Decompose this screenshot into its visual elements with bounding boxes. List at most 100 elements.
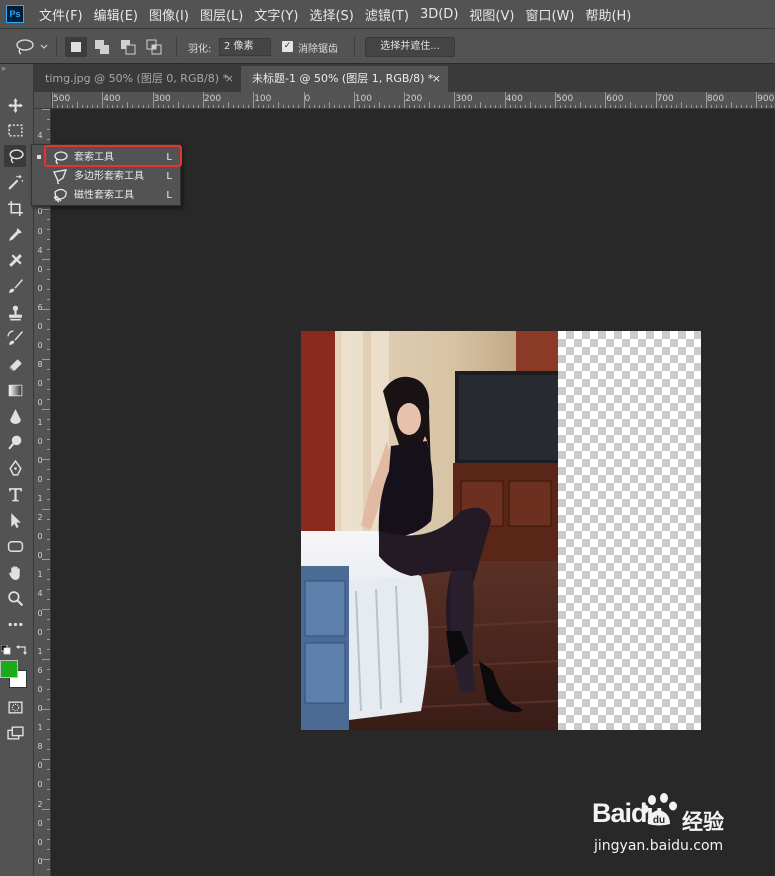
menu-help[interactable]: 帮助(H) (580, 5, 637, 24)
eraser-tool[interactable] (4, 353, 26, 375)
ruler-tick (454, 92, 456, 108)
crop-tool[interactable] (4, 197, 26, 219)
ruler-tick (152, 92, 154, 108)
ruler-minor-tick (107, 105, 109, 108)
close-icon[interactable]: × (225, 66, 234, 92)
ruler-minor-tick (283, 105, 285, 108)
ruler-tick-label: 6 (37, 665, 43, 675)
close-icon[interactable]: × (432, 66, 441, 92)
menu-image[interactable]: 图像(I) (144, 5, 195, 24)
ruler-minor-tick (363, 105, 365, 108)
default-colors-icon[interactable] (0, 644, 11, 655)
ruler-minor-tick (117, 105, 119, 108)
ruler-minor-tick (484, 105, 486, 108)
ruler-tick-label: 200 (203, 94, 222, 104)
ruler-tick-label: 0 (37, 455, 43, 465)
ruler-minor-tick (514, 105, 516, 108)
ruler-minor-tick (47, 669, 50, 670)
flyout-item-magnetic-lasso[interactable]: 磁性套索工具 L (46, 186, 180, 205)
menu-window[interactable]: 窗口(W) (520, 5, 580, 24)
ruler-minor-tick (670, 105, 672, 108)
path-selection-tool[interactable] (4, 509, 26, 531)
menu-filter[interactable]: 滤镜(T) (360, 5, 415, 24)
select-and-mask-button[interactable]: 选择并遮住... (365, 37, 455, 57)
hand-tool[interactable] (4, 561, 26, 583)
ruler-minor-tick (524, 105, 526, 108)
intersect-selection-button[interactable] (143, 37, 165, 57)
flyout-item-polygonal-lasso[interactable]: 多边形套索工具 L (46, 167, 180, 186)
ruler-minor-tick (389, 105, 390, 108)
svg-text:du: du (653, 815, 665, 826)
swap-colors-icon[interactable] (16, 644, 28, 656)
ruler-minor-tick (47, 449, 50, 450)
ruler-minor-tick (47, 829, 50, 830)
blur-tool[interactable] (4, 405, 26, 427)
clone-stamp-tool[interactable] (4, 301, 26, 323)
add-to-selection-button[interactable] (91, 37, 113, 57)
new-selection-button[interactable] (65, 37, 87, 57)
document-canvas[interactable] (301, 331, 701, 730)
menu-view[interactable]: 视图(V) (464, 5, 520, 24)
menu-edit[interactable]: 编辑(E) (89, 5, 144, 24)
ruler-origin[interactable] (34, 92, 52, 109)
type-tool[interactable] (4, 483, 26, 505)
marquee-tool[interactable] (4, 119, 26, 141)
tab-label: timg.jpg @ 50% (图层 0, RGB/8) * (45, 72, 229, 85)
antialias-checkbox[interactable]: ✓ (282, 41, 293, 52)
ruler-tick-label: 300 (455, 94, 473, 104)
ruler-minor-tick (243, 105, 245, 108)
feather-input[interactable]: 2 像素 (219, 38, 271, 56)
ruler-minor-tick (47, 579, 50, 580)
flyout-item-label: 磁性套索工具 (74, 190, 134, 201)
brush-tool[interactable] (4, 275, 26, 297)
more-tools-button[interactable] (4, 613, 26, 635)
ruler-tick-label: 0 (37, 684, 43, 694)
ruler-minor-tick (736, 105, 738, 108)
quick-mask-button[interactable] (4, 696, 26, 718)
menu-type[interactable]: 文字(Y) (249, 5, 304, 24)
menu-layer[interactable]: 图层(L) (195, 5, 249, 24)
collapse-arrows-icon[interactable]: » (0, 64, 34, 74)
pen-tool[interactable] (4, 457, 26, 479)
ruler-minor-tick (47, 379, 50, 380)
tab-timg[interactable]: timg.jpg @ 50% (图层 0, RGB/8) * × (34, 66, 241, 92)
flyout-item-lasso[interactable]: 套索工具 L (46, 148, 180, 167)
menu-select[interactable]: 选择(S) (304, 5, 359, 24)
polygonal-lasso-icon (53, 169, 68, 184)
ruler-minor-tick (42, 409, 50, 410)
ruler-minor-tick (700, 105, 702, 108)
history-brush-tool[interactable] (4, 327, 26, 349)
ruler-minor-tick (630, 102, 632, 108)
magic-wand-tool[interactable] (4, 171, 26, 193)
ruler-minor-tick (625, 105, 627, 108)
photo-image (301, 331, 558, 730)
ruler-minor-tick (499, 105, 501, 108)
ruler-minor-tick (534, 105, 536, 108)
move-tool[interactable] (4, 94, 26, 116)
menu-3d[interactable]: 3D(D) (415, 7, 464, 22)
ruler-minor-tick (741, 105, 743, 108)
eyedropper-tool[interactable] (4, 223, 26, 245)
horizontal-ruler[interactable]: 500 400 300 200 100 0 100 200 300 400 500 600 700 800… (52, 92, 775, 109)
lasso-tool[interactable] (4, 145, 26, 167)
gradient-tool[interactable] (4, 379, 26, 401)
ruler-minor-tick (72, 105, 74, 108)
tool-preset-picker[interactable] (12, 38, 50, 56)
options-bar: 羽化: 2 像素 ✓ 消除锯齿 选择并遮住... (0, 28, 775, 64)
shape-tool[interactable] (4, 535, 26, 557)
vertical-ruler[interactable]: 420200400600800100012001400160018002000 (34, 109, 51, 876)
ruler-minor-tick (509, 105, 511, 108)
ruler-tick-label: 0 (304, 94, 311, 104)
subtract-from-selection-button[interactable] (117, 37, 139, 57)
tab-untitled[interactable]: 未标题-1 @ 50% (图层 1, RGB/8) * × (241, 66, 448, 92)
zoom-tool[interactable] (4, 587, 26, 609)
screen-mode-button[interactable] (4, 722, 26, 744)
healing-brush-tool[interactable] (4, 249, 26, 271)
ruler-minor-tick (182, 105, 184, 108)
foreground-color-swatch[interactable] (0, 660, 18, 678)
ruler-tick-label: 0 (37, 780, 43, 790)
ruler-minor-tick (565, 105, 567, 108)
menu-file[interactable]: 文件(F) (34, 5, 89, 24)
ruler-minor-tick (575, 105, 577, 108)
dodge-tool[interactable] (4, 431, 26, 453)
